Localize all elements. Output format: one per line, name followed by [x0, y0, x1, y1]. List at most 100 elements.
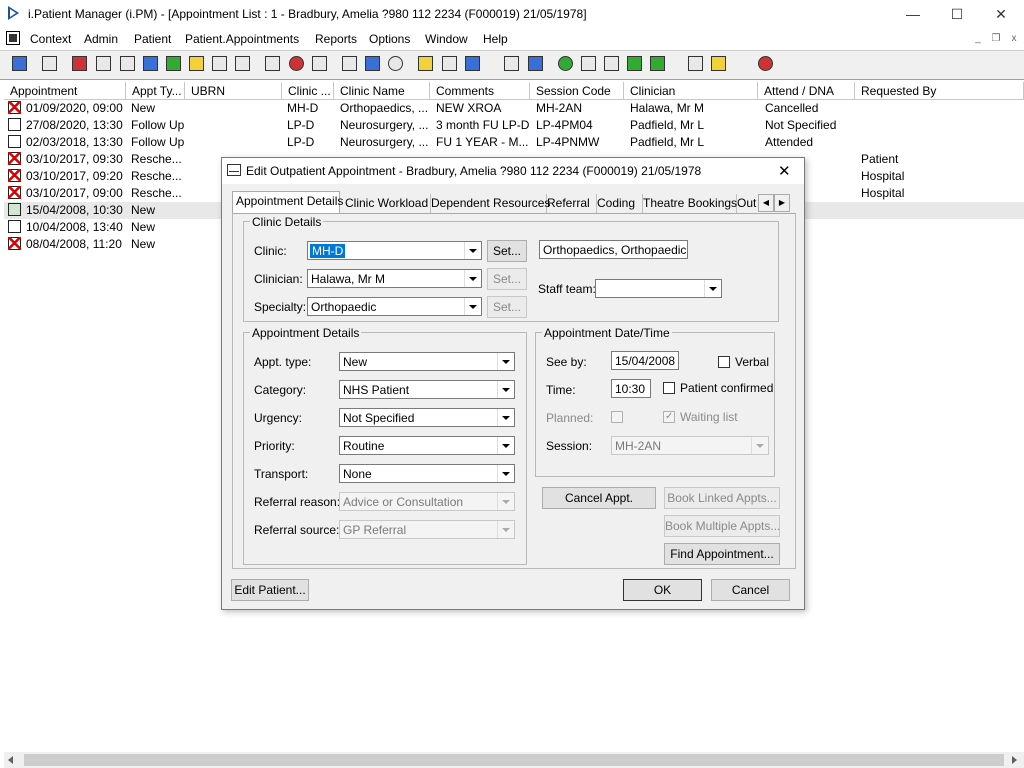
close-window-button[interactable]: ✕: [978, 0, 1024, 28]
appt-field-combo[interactable]: None: [339, 464, 515, 483]
person-icon[interactable]: [164, 54, 184, 74]
table-row[interactable]: 27/08/2020, 13:30 Follow Up LP-D Neurosurge…: [4, 117, 1024, 134]
staff-team-combo[interactable]: [595, 279, 722, 298]
chevron-down-icon[interactable]: [464, 298, 481, 315]
verbal-checkbox[interactable]: [718, 356, 730, 368]
tray-icon[interactable]: [602, 54, 622, 74]
list-icon[interactable]: [363, 54, 383, 74]
appt-field-combo[interactable]: New: [339, 352, 515, 371]
form-icon[interactable]: [94, 54, 114, 74]
chevron-down-icon[interactable]: [497, 381, 514, 398]
exit-icon[interactable]: [756, 54, 776, 74]
cancel-appt-button[interactable]: Cancel Appt.: [542, 487, 656, 509]
page-icon[interactable]: [502, 54, 522, 74]
col-clinic-code[interactable]: Clinic ...: [282, 82, 334, 100]
tab-dependent-resources[interactable]: Dependent Resources: [428, 194, 550, 213]
appointment-icon[interactable]: [263, 54, 283, 74]
bed-icon[interactable]: [463, 54, 483, 74]
table-row[interactable]: 02/03/2018, 13:30 Follow Up LP-D Neurosurge…: [4, 134, 1024, 151]
patient-confirmed-checkbox[interactable]: [663, 382, 675, 394]
mdi-restore-button[interactable]: ❐: [988, 32, 1004, 46]
warning-icon[interactable]: [709, 54, 729, 74]
appointment-icon: [8, 118, 21, 131]
chevron-down-icon[interactable]: [497, 353, 514, 370]
col-attend-dna[interactable]: Attend / DNA: [758, 82, 855, 100]
mdi-minimize-button[interactable]: _: [970, 32, 986, 46]
appt-field-combo[interactable]: NHS Patient: [339, 380, 515, 399]
chevron-down-icon[interactable]: [464, 270, 481, 287]
tab-coding[interactable]: Coding: [594, 194, 643, 213]
ambulance-icon[interactable]: [233, 54, 253, 74]
notes-icon[interactable]: [187, 54, 207, 74]
transfer-icon[interactable]: [625, 54, 645, 74]
appt-field-combo[interactable]: Not Specified: [339, 408, 515, 427]
mdi-document-icon[interactable]: [6, 31, 20, 45]
horizontal-scrollbar[interactable]: [4, 752, 1024, 768]
tab-clinic-workload[interactable]: Clinic Workload: [342, 194, 431, 213]
col-clinician[interactable]: Clinician: [624, 82, 758, 100]
minimize-button[interactable]: —: [890, 0, 936, 28]
monitor-icon[interactable]: [310, 54, 330, 74]
scroll-left-icon[interactable]: [8, 756, 13, 764]
col-appt-type[interactable]: Appt Ty...: [126, 82, 185, 100]
clinic-combo[interactable]: MH-D: [307, 241, 482, 260]
cancel-button[interactable]: Cancel: [711, 579, 790, 601]
tab-referral[interactable]: Referral: [544, 194, 597, 213]
time-field[interactable]: 10:30: [611, 379, 651, 398]
col-ubrn[interactable]: UBRN: [185, 82, 282, 100]
clock-icon[interactable]: [287, 54, 307, 74]
col-requested-by[interactable]: Requested By: [855, 82, 1024, 100]
tab-out[interactable]: Out: [734, 194, 760, 213]
print-icon[interactable]: [40, 54, 60, 74]
menu-window[interactable]: Window: [425, 32, 468, 46]
chevron-down-icon[interactable]: [497, 465, 514, 482]
clinic-set-button[interactable]: Set...: [487, 240, 527, 262]
menu-options[interactable]: Options: [369, 32, 410, 46]
col-clinic-name[interactable]: Clinic Name: [334, 82, 430, 100]
see-by-field[interactable]: 15/04/2008: [611, 351, 679, 370]
bar-chart-icon[interactable]: [526, 54, 546, 74]
memo-icon[interactable]: [416, 54, 436, 74]
clinician-combo[interactable]: Halawa, Mr M: [307, 269, 482, 288]
document-icon[interactable]: [118, 54, 138, 74]
appt-field-combo[interactable]: Routine: [339, 436, 515, 455]
tab-appointment-details[interactable]: Appointment Details: [232, 191, 343, 214]
mdi-close-button[interactable]: x: [1006, 32, 1022, 46]
chevron-down-icon[interactable]: [704, 280, 721, 297]
tab-scroll-right[interactable]: ▶: [774, 194, 790, 212]
menu-admin[interactable]: Admin: [84, 32, 118, 46]
menu-patient-appointments[interactable]: Patient.Appointments: [185, 32, 299, 46]
patient-search-icon[interactable]: [10, 54, 30, 74]
maximize-button[interactable]: ☐: [934, 0, 980, 28]
chevron-down-icon[interactable]: [497, 437, 514, 454]
ok-button[interactable]: OK: [623, 579, 702, 601]
chevron-down-icon[interactable]: [464, 242, 481, 259]
chart-icon[interactable]: [340, 54, 360, 74]
specialty-combo[interactable]: Orthopaedic: [307, 297, 482, 316]
edit-patient-button[interactable]: Edit Patient...: [231, 579, 309, 601]
tab-scroll-left[interactable]: ◀: [758, 194, 774, 212]
vehicle-icon[interactable]: [440, 54, 460, 74]
col-session-code[interactable]: Session Code: [530, 82, 624, 100]
book-icon[interactable]: [70, 54, 90, 74]
scroll-right-icon[interactable]: [1012, 756, 1017, 764]
col-comments[interactable]: Comments: [430, 82, 530, 100]
refresh-icon[interactable]: [648, 54, 668, 74]
inbox-icon[interactable]: [579, 54, 599, 74]
table-row[interactable]: 01/09/2020, 09:00 New MH-D Orthopaedics, ..…: [4, 100, 1024, 117]
globe-icon[interactable]: [386, 54, 406, 74]
network-icon[interactable]: [556, 54, 576, 74]
m-letter-icon[interactable]: [141, 54, 161, 74]
find-appointment-button[interactable]: Find Appointment...: [664, 543, 780, 565]
scrollbar-thumb[interactable]: [24, 754, 1004, 766]
swap-icon[interactable]: [686, 54, 706, 74]
menu-help[interactable]: Help: [483, 32, 508, 46]
menu-patient[interactable]: Patient: [134, 32, 171, 46]
col-appointment[interactable]: Appointment: [4, 82, 126, 100]
menu-context[interactable]: Context: [30, 32, 71, 46]
transport-icon[interactable]: [210, 54, 230, 74]
dialog-close-button[interactable]: ✕: [778, 162, 791, 180]
tab-theatre-bookings[interactable]: Theatre Bookings: [640, 194, 737, 213]
menu-reports[interactable]: Reports: [315, 32, 357, 46]
chevron-down-icon[interactable]: [497, 409, 514, 426]
